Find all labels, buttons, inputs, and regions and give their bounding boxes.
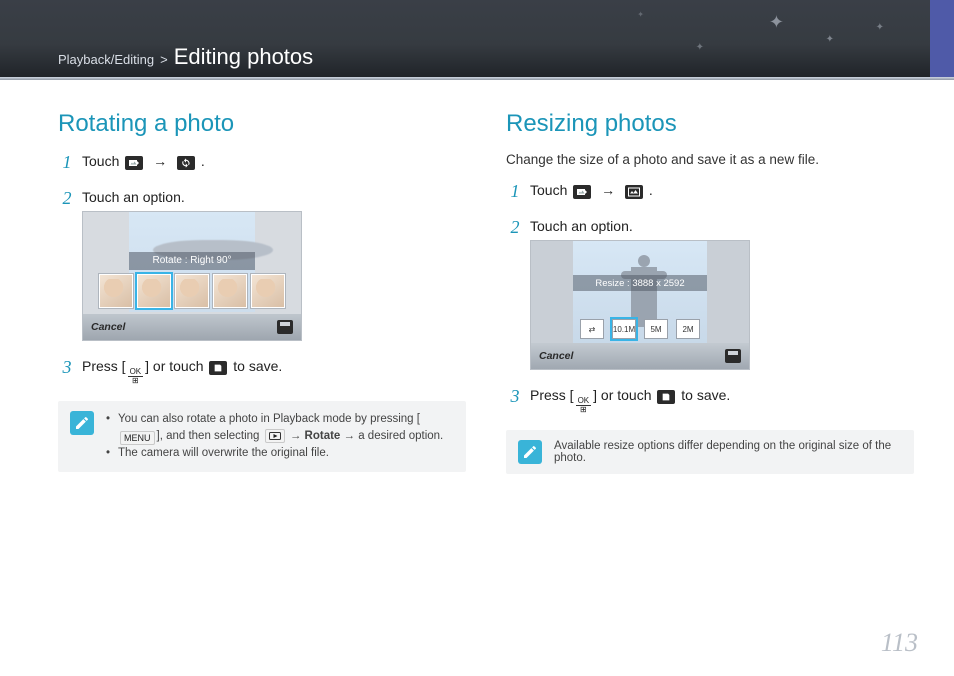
- note-list: You can also rotate a photo in Playback …: [106, 411, 454, 462]
- arrow-icon: →: [153, 153, 171, 169]
- thumbnail[interactable]: [175, 274, 209, 308]
- step-text: Press [: [530, 387, 574, 403]
- step-1: Touch → .: [506, 181, 914, 201]
- step-text: Touch: [530, 182, 571, 198]
- steps-rotating: Touch → . Touch an option. Ro: [58, 152, 466, 385]
- thumbnail[interactable]: [213, 274, 247, 308]
- note-item: You can also rotate a photo in Playback …: [106, 411, 454, 445]
- cancel-button[interactable]: Cancel: [91, 320, 125, 335]
- rotate-label: Rotate: [305, 430, 341, 442]
- step-text: Touch: [82, 153, 123, 169]
- thumbnail[interactable]: [251, 274, 285, 308]
- pencil-note-icon: [518, 440, 542, 464]
- content-columns: Rotating a photo Touch → . Touch an opti…: [0, 80, 954, 474]
- note-item: The camera will overwrite the original f…: [106, 445, 454, 462]
- step-3: Press [OK⊞] or touch to save.: [506, 386, 914, 414]
- save-disk-icon: [209, 361, 227, 375]
- breadcrumb-separator: >: [160, 52, 168, 67]
- menu-key-icon: MENU: [120, 431, 155, 445]
- column-rotating: Rotating a photo Touch → . Touch an opti…: [58, 110, 466, 474]
- step-2: Touch an option. Resize : 3888 x 2592 ⇄ …: [506, 217, 914, 371]
- step-text: ] or touch: [145, 358, 207, 374]
- step-1: Touch → .: [58, 152, 466, 172]
- screenshot-banner: Rotate : Right 90°: [129, 252, 255, 270]
- breadcrumb-section: Playback/Editing: [58, 52, 154, 67]
- sparkle-icon: ✦: [769, 12, 784, 33]
- resize-option[interactable]: ⇄: [580, 319, 604, 339]
- screenshot-toolbar: Cancel: [83, 314, 301, 340]
- screenshot-banner: Resize : 3888 x 2592: [573, 275, 707, 291]
- sparkle-icon: ✦: [876, 22, 884, 33]
- step-text: .: [201, 153, 205, 169]
- step-text: ] or touch: [593, 387, 655, 403]
- section-title-rotating: Rotating a photo: [58, 110, 466, 138]
- rotate-icon: [177, 156, 195, 170]
- arrow-icon: →: [601, 182, 619, 198]
- step-text: .: [649, 182, 653, 198]
- sparkle-icon: ✦: [696, 42, 704, 53]
- resize-screenshot: Resize : 3888 x 2592 ⇄ 10.1M 5M 2M Cance…: [530, 240, 750, 370]
- resize-icon: [625, 185, 643, 199]
- sparkle-icon: ✦: [826, 34, 834, 45]
- note-text: Available resize options differ dependin…: [554, 440, 902, 464]
- rotate-screenshot: Rotate : Right 90° Cancel: [82, 211, 302, 341]
- pencil-note-icon: [70, 411, 94, 435]
- thumbnail-selected[interactable]: [137, 274, 171, 308]
- section-intro: Change the size of a photo and save it a…: [506, 152, 914, 167]
- step-3: Press [OK⊞] or touch to save.: [58, 357, 466, 385]
- note-box-rotating: You can also rotate a photo in Playback …: [58, 401, 466, 472]
- section-title-resizing: Resizing photos: [506, 110, 914, 138]
- step-text: to save.: [233, 358, 282, 374]
- step-text: Touch an option.: [82, 189, 185, 205]
- header-accent-bar: [930, 0, 954, 80]
- breadcrumb: Playback/Editing > Editing photos: [58, 44, 313, 70]
- ok-key-icon: OK⊞: [128, 368, 144, 385]
- steps-resizing: Touch → . Touch an option. Re: [506, 181, 914, 414]
- note-box-resizing: Available resize options differ dependin…: [506, 430, 914, 474]
- page-number: 113: [881, 628, 918, 658]
- header-rule: [0, 77, 954, 80]
- step-text: Press [: [82, 358, 126, 374]
- resize-option[interactable]: 2M: [676, 319, 700, 339]
- screenshot-thumbnails: [89, 274, 295, 310]
- screenshot-toolbar: Cancel: [531, 343, 749, 369]
- step-text: Touch an option.: [530, 218, 633, 234]
- ok-key-icon: OK⊞: [576, 397, 592, 414]
- cancel-button[interactable]: Cancel: [539, 349, 573, 364]
- save-icon[interactable]: [725, 349, 741, 363]
- save-icon[interactable]: [277, 320, 293, 334]
- edit-photo-icon: [125, 156, 143, 170]
- resize-option-selected[interactable]: 10.1M: [612, 319, 636, 339]
- page-title: Editing photos: [174, 44, 313, 70]
- edit-photo-icon: [573, 185, 591, 199]
- thumbnail[interactable]: [99, 274, 133, 308]
- resize-option[interactable]: 5M: [644, 319, 668, 339]
- column-resizing: Resizing photos Change the size of a pho…: [506, 110, 914, 474]
- playback-key-icon: [265, 429, 285, 443]
- resize-options: ⇄ 10.1M 5M 2M: [531, 319, 749, 339]
- step-2: Touch an option. Rotate : Right 90°: [58, 188, 466, 342]
- sparkle-icon: ✦: [637, 10, 644, 19]
- save-disk-icon: [657, 390, 675, 404]
- page-header: ✦ ✦ ✦ ✦ ✦ Playback/Editing > Editing pho…: [0, 0, 954, 80]
- step-text: to save.: [681, 387, 730, 403]
